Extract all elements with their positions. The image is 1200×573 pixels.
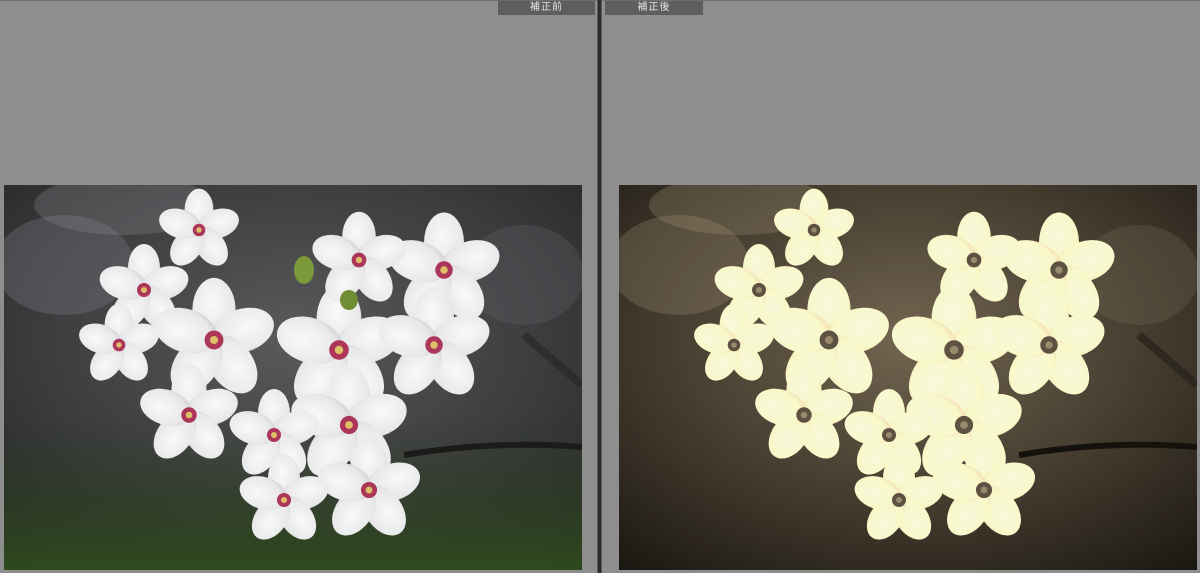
before-label: 補正前	[498, 1, 595, 15]
cherry-blossom-photo-icon	[4, 185, 582, 570]
before-after-viewer: 補正前 補正後	[0, 0, 1200, 573]
cherry-blossom-photo-sepia-icon	[619, 185, 1197, 570]
before-pane[interactable]: 補正前	[0, 0, 597, 573]
after-photo[interactable]	[619, 185, 1197, 570]
before-photo[interactable]	[4, 185, 582, 570]
after-pane[interactable]: 補正後	[602, 0, 1200, 573]
after-label: 補正後	[605, 1, 703, 15]
